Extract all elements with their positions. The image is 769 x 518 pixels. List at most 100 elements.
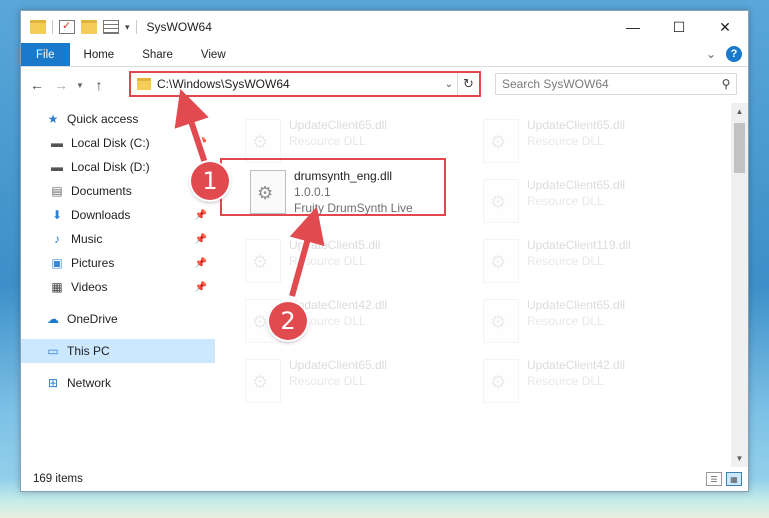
file-name: UpdateClient65.dll [289, 358, 388, 372]
file-description: Resource DLL [527, 374, 604, 388]
scroll-down-icon[interactable]: ▼ [731, 450, 748, 467]
music-icon: ♪ [54, 232, 60, 246]
refresh-icon[interactable]: ↻ [457, 73, 479, 95]
pin-icon[interactable]: 📌 [195, 234, 207, 245]
search-input[interactable] [496, 77, 716, 91]
drive-icon: ▬ [51, 160, 63, 174]
item-count: 169 items [33, 473, 83, 485]
drive-icon: ▬ [51, 136, 63, 150]
minimize-button[interactable]: — [610, 11, 656, 43]
file-tile[interactable]: UpdateClient65.dll Resource DLL [475, 291, 703, 351]
expand-ribbon-icon[interactable]: ⌄ [706, 47, 716, 61]
qat-dropdown-icon[interactable]: ▾ [125, 22, 130, 33]
file-name: UpdateClient65.dll [289, 118, 388, 132]
nav-network[interactable]: ⊞ Network [21, 371, 215, 395]
scroll-thumb[interactable] [734, 123, 745, 173]
nav-this-pc[interactable]: ▭ This PC [21, 339, 215, 363]
forward-arrow-icon[interactable]: → [49, 77, 73, 93]
nav-label: Local Disk (D:) [71, 160, 150, 174]
nav-label: Music [71, 232, 103, 246]
nav-label: Downloads [71, 208, 131, 222]
window-controls: — ☐ ✕ [610, 11, 748, 43]
tab-file[interactable]: File [21, 43, 70, 66]
file-name: UpdateClient42.dll [527, 358, 626, 372]
tab-share[interactable]: Share [128, 43, 187, 66]
customize-view-icon[interactable] [103, 20, 119, 34]
dll-file-icon [483, 239, 519, 283]
file-name: UpdateClient5.dll [289, 238, 381, 252]
file-description: Resource DLL [527, 314, 604, 328]
scroll-up-icon[interactable]: ▲ [731, 103, 748, 120]
nav-label: Local Disk (C:) [71, 136, 150, 150]
dll-file-icon [483, 119, 519, 163]
file-tile-drumsynth[interactable]: drumsynth_eng.dll 1.0.0.1 Fruity DrumSyn… [242, 162, 470, 222]
close-button[interactable]: ✕ [702, 11, 748, 43]
ribbon-right: ⌄ ? [706, 46, 742, 62]
file-tile[interactable]: UpdateClient119.dll Resource DLL [475, 231, 703, 291]
dll-file-icon [483, 299, 519, 343]
navigation-bar: ← → ▼ ↑ C:\Windows\SysWOW64 ⌄ ↻ ⚲ [21, 67, 748, 103]
file-tile[interactable]: UpdateClient65.dll Resource DLL [475, 111, 703, 171]
maximize-button[interactable]: ☐ [656, 11, 702, 43]
nav-local-disk-c[interactable]: ▬ Local Disk (C:) 📌 [21, 131, 215, 155]
dll-file-icon [245, 239, 281, 283]
cloud-icon: ☁ [47, 312, 59, 326]
nav-label: This PC [67, 344, 110, 358]
large-icons-view-icon[interactable]: ▦ [726, 472, 742, 486]
new-folder-icon[interactable] [81, 20, 97, 34]
up-arrow-icon[interactable]: ↑ [87, 77, 111, 93]
nav-pictures[interactable]: ▣ Pictures 📌 [21, 251, 215, 275]
address-path[interactable]: C:\Windows\SysWOW64 [157, 77, 441, 91]
nav-quick-access[interactable]: ★ Quick access [21, 107, 215, 131]
nav-music[interactable]: ♪ Music 📌 [21, 227, 215, 251]
nav-downloads[interactable]: ⬇ Downloads 📌 [21, 203, 215, 227]
window-title: SysWOW64 [146, 20, 212, 34]
nav-label: OneDrive [67, 312, 118, 326]
tab-home[interactable]: Home [70, 43, 129, 66]
network-icon: ⊞ [47, 376, 59, 390]
pin-icon[interactable]: 📌 [195, 282, 207, 293]
help-button[interactable]: ? [726, 46, 742, 62]
dll-file-icon [245, 119, 281, 163]
nav-local-disk-d[interactable]: ▬ Local Disk (D:) [21, 155, 215, 179]
nav-label: Pictures [71, 256, 115, 270]
recent-locations-icon[interactable]: ▼ [73, 81, 87, 90]
file-tile[interactable]: UpdateClient65.dll Resource DLL [475, 171, 703, 231]
pin-icon[interactable]: 📌 [195, 210, 207, 221]
content-area: ★ Quick access ▬ Local Disk (C:) 📌 ▬ Loc… [21, 103, 748, 467]
dll-file-icon [483, 179, 519, 223]
computer-icon: ▭ [47, 344, 59, 358]
nav-label: Videos [71, 280, 108, 294]
nav-documents[interactable]: ▤ Documents 📌 [21, 179, 215, 203]
address-dropdown-icon[interactable]: ⌄ [441, 79, 457, 90]
back-arrow-icon[interactable]: ← [25, 77, 49, 93]
nav-videos[interactable]: ▦ Videos 📌 [21, 275, 215, 299]
view-switcher: ☰ ▦ [706, 472, 742, 486]
title-bar: ▾ SysWOW64 — ☐ ✕ [21, 11, 748, 43]
tab-view[interactable]: View [187, 43, 240, 66]
nav-onedrive[interactable]: ☁ OneDrive [21, 307, 215, 331]
file-tile[interactable]: UpdateClient5.dll Resource DLL [237, 231, 465, 291]
file-description: Resource DLL [289, 254, 366, 268]
star-icon: ★ [47, 112, 59, 126]
file-name: UpdateClient119.dll [527, 238, 631, 252]
file-description: Fruity DrumSynth Live [294, 201, 413, 215]
vertical-scrollbar[interactable]: ▲ ▼ [731, 103, 748, 467]
pin-icon[interactable]: 📌 [195, 258, 207, 269]
details-view-icon[interactable]: ☰ [706, 472, 722, 486]
file-description: Resource DLL [289, 374, 366, 388]
properties-icon[interactable] [59, 19, 75, 34]
nav-label: Documents [71, 184, 132, 198]
file-description: Resource DLL [527, 194, 604, 208]
pin-icon[interactable]: 📌 [195, 138, 207, 149]
search-box[interactable]: ⚲ [495, 73, 737, 95]
file-description: Resource DLL [289, 134, 366, 148]
file-tile[interactable]: UpdateClient42.dll Resource DLL [475, 351, 703, 411]
address-bar[interactable]: C:\Windows\SysWOW64 ⌄ ↻ [129, 71, 481, 97]
navigation-pane: ★ Quick access ▬ Local Disk (C:) 📌 ▬ Loc… [21, 103, 215, 467]
documents-icon: ▤ [51, 184, 63, 198]
separator [52, 20, 53, 34]
search-icon[interactable]: ⚲ [716, 77, 736, 91]
dll-file-icon [250, 170, 286, 214]
file-tile[interactable]: UpdateClient65.dll Resource DLL [237, 351, 465, 411]
